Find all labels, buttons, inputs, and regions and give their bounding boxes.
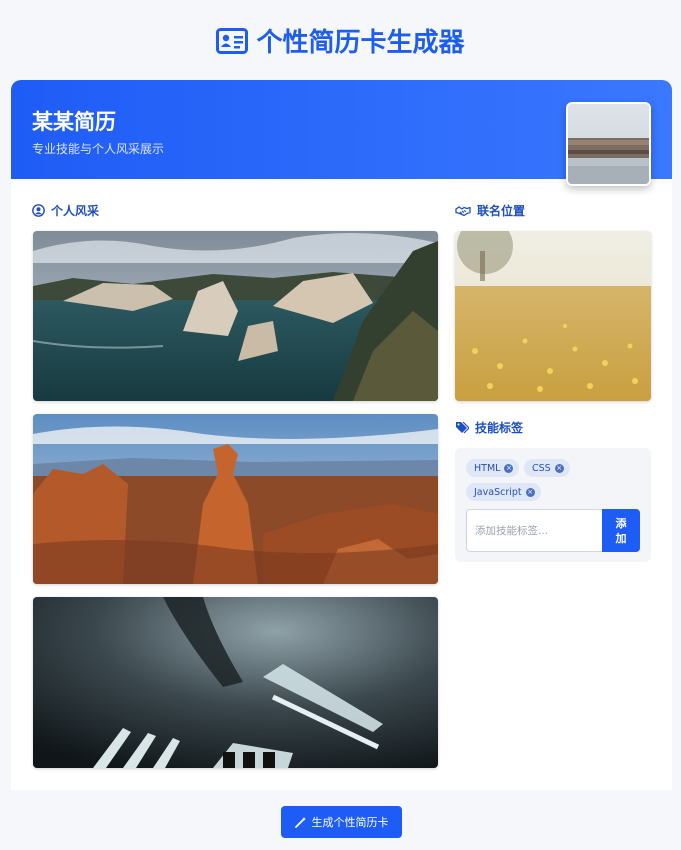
forks-image: [33, 597, 438, 768]
remove-tag-icon[interactable]: ×: [504, 463, 514, 473]
skill-tag: JavaScript ×: [466, 483, 541, 501]
canyon-image: [33, 414, 438, 584]
magic-wand-icon: [294, 817, 306, 828]
gallery-photo-forks[interactable]: [33, 597, 438, 768]
skills-label: 技能标签: [475, 421, 524, 435]
app-title-text: 个性简历卡生成器: [256, 28, 465, 58]
location-label: 联名位置: [477, 204, 526, 218]
skill-tag: HTML ×: [466, 459, 520, 477]
generate-button-label: 生成个性简历卡: [311, 816, 389, 829]
skills-section-label: 技能标签: [455, 419, 523, 436]
skill-tag-label: JavaScript: [474, 486, 522, 498]
remove-tag-icon[interactable]: ×: [554, 463, 564, 473]
skill-tag-label: CSS: [532, 462, 551, 474]
generate-card-button[interactable]: 生成个性简历卡: [281, 806, 402, 838]
gallery-photo-coast[interactable]: [33, 231, 438, 401]
gallery-photo-canyon[interactable]: [33, 414, 438, 584]
add-skill-button[interactable]: 添加: [602, 509, 640, 552]
skills-panel: HTML × CSS × JavaScript × 添加: [455, 448, 651, 562]
skill-tag-label: HTML: [474, 462, 501, 474]
resume-title: 某某简历: [32, 110, 116, 134]
resume-subtitle: 专业技能与个人风采展示: [32, 142, 165, 156]
id-card-icon: [216, 27, 249, 54]
location-section-label: 联名位置: [455, 202, 525, 219]
location-photo[interactable]: [455, 231, 651, 401]
avatar[interactable]: [566, 102, 651, 186]
remove-tag-icon[interactable]: ×: [525, 487, 535, 497]
handshake-icon: [455, 205, 471, 216]
gallery-label: 个人风采: [51, 204, 100, 218]
skill-input[interactable]: [466, 509, 603, 552]
avatar-image: [568, 104, 649, 184]
gallery-section-label: 个人风采: [32, 202, 99, 219]
app-title: 个性简历卡生成器: [0, 22, 681, 59]
skill-tag: CSS ×: [524, 459, 570, 477]
coast-image: [33, 231, 438, 401]
resume-card: 某某简历 专业技能与个人风采展示 个人风采 联名位置 技能标签 HTML × C…: [11, 80, 672, 790]
tags-icon: [456, 421, 469, 434]
meadow-image: [455, 231, 651, 401]
user-circle-icon: [32, 204, 45, 217]
